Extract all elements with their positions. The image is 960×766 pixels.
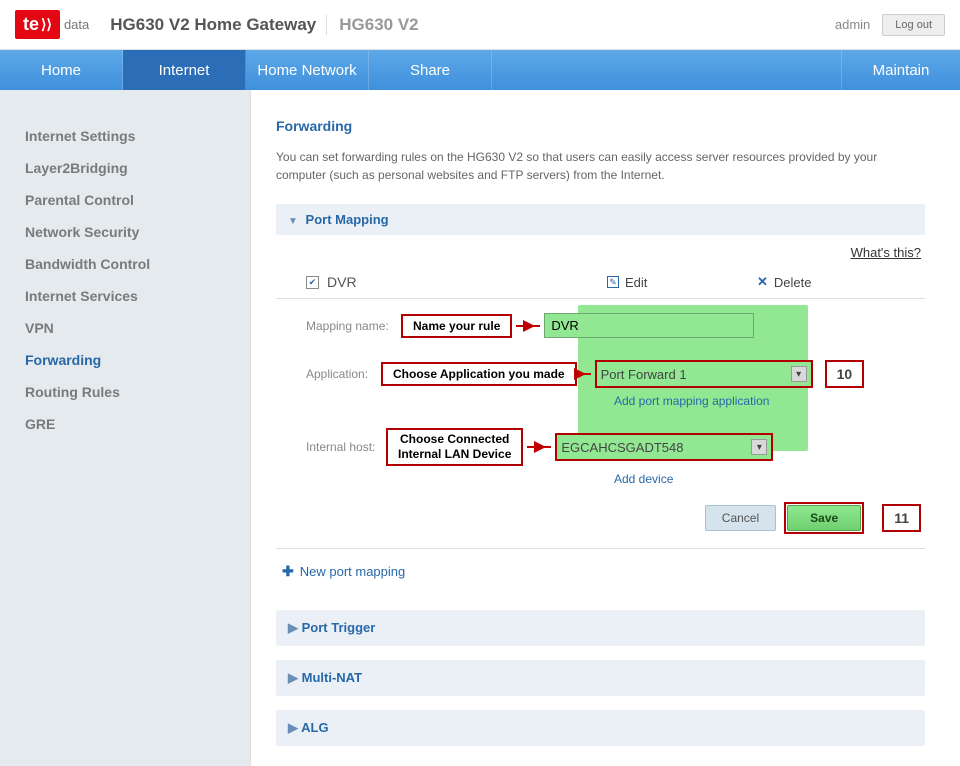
add-device-link[interactable]: Add device <box>614 472 673 486</box>
sidebar-item-layer2bridging[interactable]: Layer2Bridging <box>25 152 240 184</box>
brand-logo: te⟩⟩ <box>15 10 60 39</box>
section-port-mapping[interactable]: ▼ Port Mapping <box>276 204 925 235</box>
user-label: admin <box>835 17 870 32</box>
sidebar-item-parental-control[interactable]: Parental Control <box>25 184 240 216</box>
sidebar-item-gre[interactable]: GRE <box>25 408 240 440</box>
add-application-link[interactable]: Add port mapping application <box>614 394 769 408</box>
rule-checkbox[interactable]: ✔ <box>306 276 319 289</box>
sidebar-item-vpn[interactable]: VPN <box>25 312 240 344</box>
device-title: HG630 V2 Home Gateway <box>104 15 316 35</box>
step-11-annotation: 11 <box>882 504 921 532</box>
sidebar: Internet Settings Layer2Bridging Parenta… <box>0 90 250 766</box>
main-nav: Home Internet Home Network Share Maintai… <box>0 50 960 90</box>
sidebar-item-internet-settings[interactable]: Internet Settings <box>25 120 240 152</box>
arrow-icon <box>581 373 591 375</box>
internal-host-label: Internal host: <box>306 440 386 454</box>
delete-rule-button[interactable]: ✕ Delete <box>757 274 907 290</box>
nav-home-network[interactable]: Home Network <box>246 50 369 90</box>
chevron-right-icon: ▶ <box>288 720 298 735</box>
brand-logo-sub: data <box>64 17 89 32</box>
edit-icon: ✎ <box>607 276 619 288</box>
sidebar-item-bandwidth-control[interactable]: Bandwidth Control <box>25 248 240 280</box>
device-model: HG630 V2 <box>326 15 418 35</box>
whats-this-link[interactable]: What's this? <box>851 245 921 260</box>
mapping-name-input[interactable] <box>544 313 754 338</box>
arrow-icon <box>516 325 540 327</box>
instruction-name-rule: Name your rule <box>401 314 512 338</box>
nav-internet[interactable]: Internet <box>123 50 246 90</box>
section-alg[interactable]: ▶ ALG <box>276 710 925 746</box>
sidebar-item-routing-rules[interactable]: Routing Rules <box>25 376 240 408</box>
rule-name-label: DVR <box>327 274 607 290</box>
chevron-right-icon: ▶ <box>288 620 298 635</box>
section-port-trigger[interactable]: ▶ Port Trigger <box>276 610 925 646</box>
application-select[interactable]: Port Forward 1 ▾ <box>595 360 813 388</box>
page-title: Forwarding <box>276 118 925 134</box>
chevron-down-icon: ▼ <box>288 216 298 227</box>
new-port-mapping-button[interactable]: ✚ New port mapping <box>276 549 925 610</box>
rule-row: ✔ DVR ✎ Edit ✕ Delete <box>276 270 925 294</box>
arrow-icon <box>527 446 551 448</box>
edit-rule-button[interactable]: ✎ Edit <box>607 275 757 290</box>
application-label: Application: <box>306 367 381 381</box>
mapping-name-label: Mapping name: <box>306 319 401 333</box>
nav-home[interactable]: Home <box>0 50 123 90</box>
sidebar-item-network-security[interactable]: Network Security <box>25 216 240 248</box>
section-multi-nat[interactable]: ▶ Multi-NAT <box>276 660 925 696</box>
sidebar-item-forwarding[interactable]: Forwarding <box>25 344 240 376</box>
nav-maintain[interactable]: Maintain <box>842 50 960 90</box>
chevron-down-icon: ▾ <box>751 439 767 455</box>
save-button[interactable]: Save <box>787 505 861 531</box>
internal-host-select[interactable]: EGCAHCSGADT548 ▾ <box>555 433 773 461</box>
page-description: You can set forwarding rules on the HG63… <box>276 148 925 184</box>
sidebar-item-internet-services[interactable]: Internet Services <box>25 280 240 312</box>
step-10-annotation: 10 <box>825 360 865 388</box>
chevron-down-icon: ▾ <box>791 366 807 382</box>
instruction-choose-app: Choose Application you made <box>381 362 577 386</box>
nav-share[interactable]: Share <box>369 50 492 90</box>
plus-icon: ✚ <box>282 563 294 580</box>
logout-button[interactable]: Log out <box>882 14 945 36</box>
chevron-right-icon: ▶ <box>288 670 298 685</box>
close-icon: ✕ <box>757 274 768 290</box>
instruction-choose-host: Choose Connected Internal LAN Device <box>386 428 523 466</box>
cancel-button[interactable]: Cancel <box>705 505 776 531</box>
